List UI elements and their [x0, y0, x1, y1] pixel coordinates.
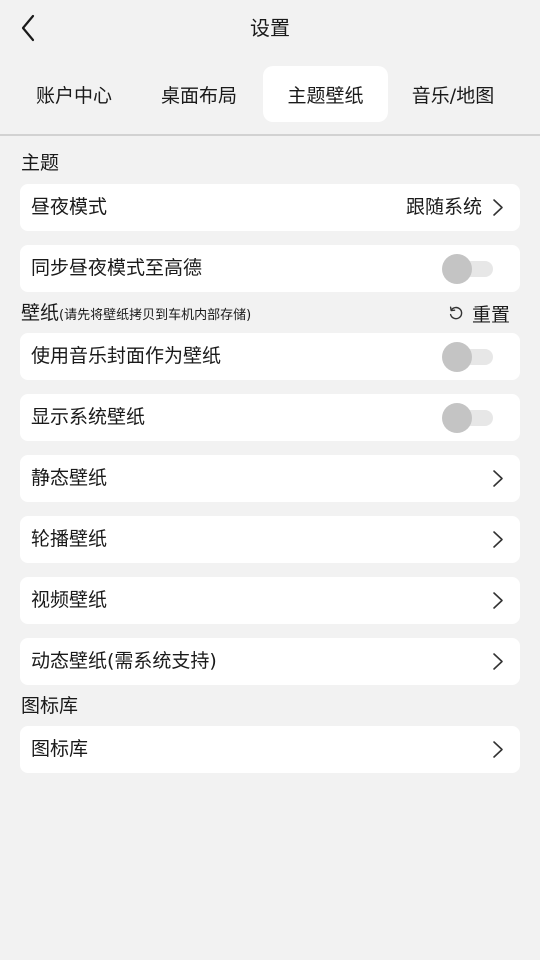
- tab-divider: [0, 134, 540, 136]
- wallpaper-note: (请先将壁纸拷贝到车机内部存储): [59, 308, 252, 323]
- tab-account-center[interactable]: 账户中心: [12, 66, 136, 122]
- chevron-right-icon: [493, 741, 503, 758]
- section-title-wallpaper: 壁纸(请先将壁纸拷贝到车机内部存储): [21, 301, 251, 328]
- dynamic-wallpaper-label: 动态壁纸(需系统支持): [31, 650, 217, 672]
- day-night-mode-label: 昼夜模式: [31, 196, 108, 218]
- day-night-mode-value: 跟随系统: [405, 196, 482, 218]
- show-system-wallpaper-label: 显示系统壁纸: [31, 406, 146, 428]
- tab-bar: 账户中心 桌面布局 主题壁纸 音乐/地图: [0, 64, 540, 124]
- chevron-right-icon: [493, 653, 503, 670]
- chevron-right-icon: [493, 470, 503, 487]
- top-bar: 设置: [0, 0, 540, 56]
- show-system-wallpaper-row: 显示系统壁纸: [20, 394, 520, 441]
- static-wallpaper-row[interactable]: 静态壁纸: [20, 455, 520, 502]
- video-wallpaper-row[interactable]: 视频壁纸: [20, 577, 520, 624]
- toggle-knob: [442, 403, 472, 433]
- show-system-wallpaper-toggle[interactable]: [442, 403, 494, 433]
- video-wallpaper-label: 视频壁纸: [31, 589, 108, 611]
- sync-day-night-row: 同步昼夜模式至高德: [20, 245, 520, 292]
- sync-day-night-toggle[interactable]: [442, 254, 494, 284]
- section-title-theme: 主题: [21, 152, 60, 174]
- section-title-icon-library: 图标库: [21, 695, 79, 717]
- tab-music-map[interactable]: 音乐/地图: [391, 66, 515, 122]
- sync-day-night-label: 同步昼夜模式至高德: [31, 257, 203, 279]
- tab-desktop-layout[interactable]: 桌面布局: [137, 66, 261, 122]
- reset-label: 重置: [471, 303, 510, 326]
- icon-library-label: 图标库: [31, 738, 89, 760]
- wallpaper-title: 壁纸: [21, 302, 60, 324]
- chevron-right-icon: [493, 592, 503, 609]
- icon-library-row[interactable]: 图标库: [20, 726, 520, 773]
- static-wallpaper-label: 静态壁纸: [31, 467, 108, 489]
- use-music-cover-label: 使用音乐封面作为壁纸: [31, 345, 222, 367]
- carousel-wallpaper-label: 轮播壁纸: [31, 528, 108, 550]
- chevron-right-icon: [493, 199, 503, 216]
- toggle-knob: [442, 254, 472, 284]
- day-night-mode-row[interactable]: 昼夜模式 跟随系统: [20, 184, 520, 231]
- tab-theme-wallpaper[interactable]: 主题壁纸: [263, 66, 388, 122]
- dynamic-wallpaper-row[interactable]: 动态壁纸(需系统支持): [20, 638, 520, 685]
- reset-button[interactable]: 重置: [448, 301, 510, 326]
- use-music-cover-row: 使用音乐封面作为壁纸: [20, 333, 520, 380]
- page-title: 设置: [250, 16, 290, 40]
- toggle-knob: [442, 342, 472, 372]
- reset-icon: [449, 306, 463, 320]
- chevron-right-icon: [493, 531, 503, 548]
- carousel-wallpaper-row[interactable]: 轮播壁纸: [20, 516, 520, 563]
- use-music-cover-toggle[interactable]: [442, 342, 494, 372]
